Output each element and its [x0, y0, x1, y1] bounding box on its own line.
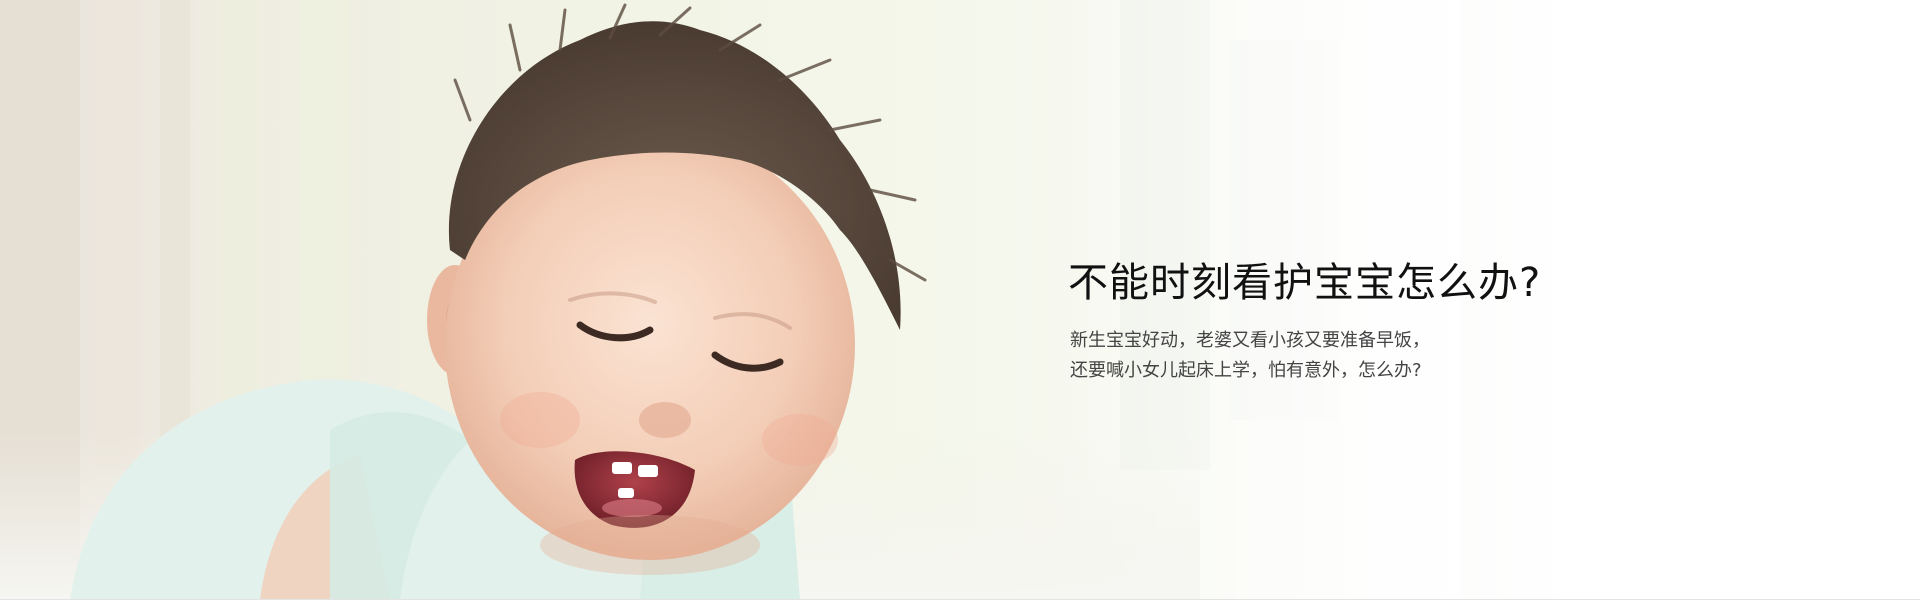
banner-description: 新生宝宝好动，老婆又看小孩又要准备早饭， 还要喊小女儿起床上学，怕有意外，怎么办…	[1070, 326, 1430, 386]
description-line: 新生宝宝好动，老婆又看小孩又要准备早饭，	[1070, 330, 1430, 351]
description-line: 还要喊小女儿起床上学，怕有意外，怎么办?	[1070, 360, 1422, 381]
baby-photo	[0, 0, 1460, 600]
hero-banner: 不能时刻看护宝宝怎么办? 新生宝宝好动，老婆又看小孩又要准备早饭， 还要喊小女儿…	[0, 0, 1920, 600]
page-title: 不能时刻看护宝宝怎么办?	[1068, 260, 1542, 306]
